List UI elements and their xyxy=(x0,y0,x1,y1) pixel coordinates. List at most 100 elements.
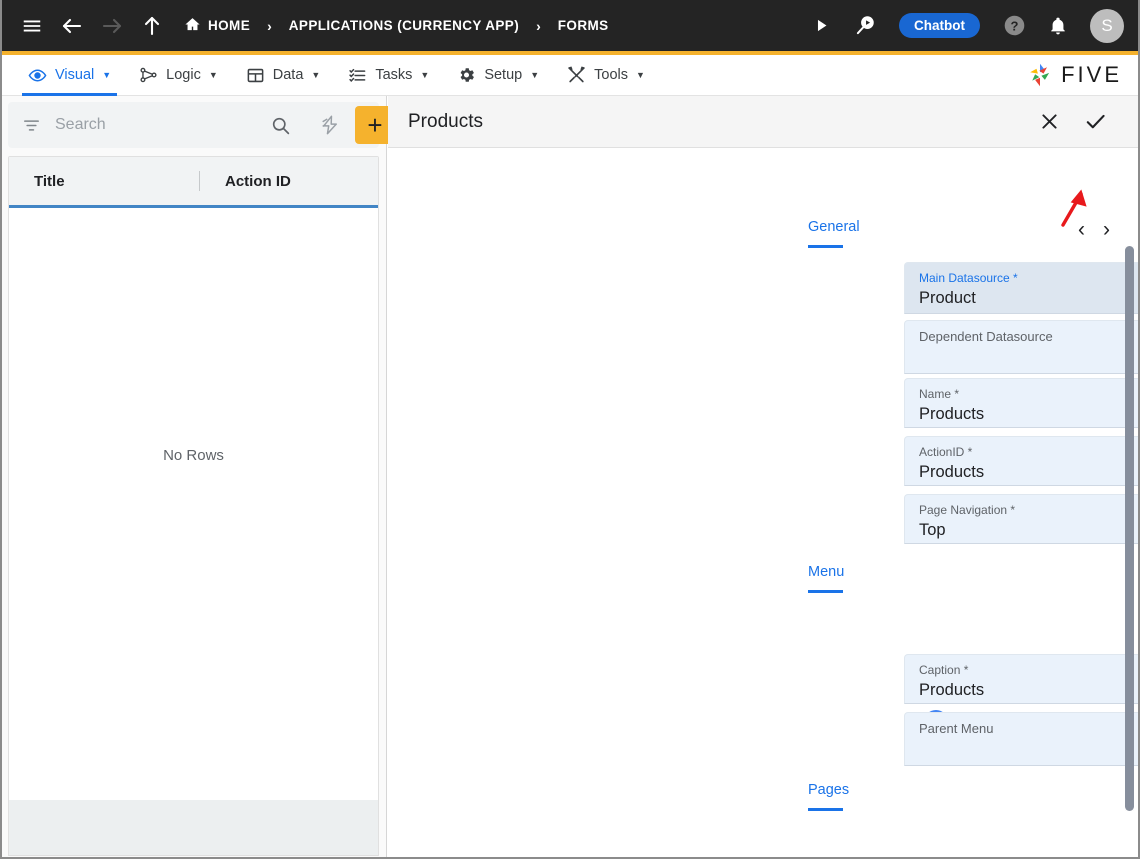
search-icon[interactable] xyxy=(262,115,299,136)
tab-tasks[interactable]: Tasks ▼ xyxy=(334,55,443,96)
field-label-action-id: ActionID * xyxy=(919,445,972,459)
next-page-button[interactable]: › xyxy=(1103,219,1110,240)
breadcrumb-label-applications: APPLICATIONS (CURRENCY APP) xyxy=(289,18,519,33)
section-label-menu: Menu xyxy=(808,564,844,580)
field-parent-menu[interactable]: Parent Menu xyxy=(904,712,1140,766)
field-value-page-navigation: Top xyxy=(919,521,946,540)
tab-data-label: Data xyxy=(273,67,304,83)
confirm-check-icon[interactable] xyxy=(1082,109,1108,135)
breadcrumb-item-applications[interactable]: APPLICATIONS (CURRENCY APP) xyxy=(285,18,523,33)
section-underline-general xyxy=(808,245,843,248)
checklist-icon xyxy=(348,66,367,85)
field-value-name: Products xyxy=(919,405,984,424)
svg-text:?: ? xyxy=(1010,18,1018,33)
user-avatar[interactable]: S xyxy=(1090,9,1124,43)
tab-logic[interactable]: Logic ▼ xyxy=(125,55,232,96)
grid-header-row: Title Action ID xyxy=(9,157,378,208)
breadcrumb-separator: › xyxy=(254,18,285,34)
page-navigation-arrows: ‹ › xyxy=(1078,219,1110,240)
tab-setup[interactable]: Setup ▼ xyxy=(443,55,553,96)
five-logo-text: FIVE xyxy=(1061,62,1122,88)
left-sidebar: + Title Action ID No Rows xyxy=(0,96,387,859)
field-caption[interactable]: Caption * Products xyxy=(904,654,1140,704)
five-pinwheel-icon xyxy=(1026,61,1054,89)
form-editor-panel: Products General ‹ › Main Datasource * P… xyxy=(388,96,1140,859)
tab-setup-label: Setup xyxy=(484,67,522,83)
chatbot-button[interactable]: Chatbot xyxy=(899,13,980,38)
top-bar: HOME › APPLICATIONS (CURRENCY APP) › FOR… xyxy=(0,0,1140,51)
search-input[interactable] xyxy=(55,116,262,134)
section-label-general: General xyxy=(808,219,860,235)
tab-visual-label: Visual xyxy=(55,67,94,83)
breadcrumb-item-forms[interactable]: FORMS xyxy=(554,18,613,33)
play-icon[interactable] xyxy=(801,6,841,46)
chevron-down-icon: ▼ xyxy=(420,71,429,80)
grid-column-title[interactable]: Title xyxy=(9,173,199,190)
field-value-caption: Products xyxy=(919,681,984,700)
section-underline-pages xyxy=(808,808,843,811)
tab-data[interactable]: Data ▼ xyxy=(232,55,335,96)
eye-icon xyxy=(28,66,47,85)
bell-icon[interactable] xyxy=(1038,6,1078,46)
close-icon[interactable] xyxy=(1036,109,1062,135)
prev-page-button[interactable]: ‹ xyxy=(1078,219,1085,240)
help-circle-icon[interactable]: ? xyxy=(994,6,1034,46)
hamburger-menu-icon[interactable] xyxy=(12,6,52,46)
search-bar: + xyxy=(8,102,379,148)
section-underline-menu xyxy=(808,590,843,593)
breadcrumb-label-home: HOME xyxy=(208,18,250,33)
chevron-down-icon: ▼ xyxy=(209,71,218,80)
breadcrumb-item-home[interactable]: HOME xyxy=(180,16,254,36)
filter-icon[interactable] xyxy=(22,116,41,135)
breadcrumb-label-forms: FORMS xyxy=(558,18,609,33)
nodes-icon xyxy=(139,66,158,85)
tab-tools[interactable]: Tools ▼ xyxy=(553,55,659,96)
grid-empty-message: No Rows xyxy=(9,447,378,464)
chevron-down-icon: ▼ xyxy=(636,71,645,80)
field-value-main-datasource: Product xyxy=(919,289,976,308)
search-play-icon[interactable] xyxy=(845,6,885,46)
tab-tasks-label: Tasks xyxy=(375,67,412,83)
form-scroll-area[interactable]: General ‹ › Main Datasource * Product De… xyxy=(388,149,1140,859)
field-main-datasource[interactable]: Main Datasource * Product xyxy=(904,262,1140,314)
tab-visual[interactable]: Visual ▼ xyxy=(14,55,125,96)
field-name[interactable]: Name * Products xyxy=(904,378,1140,428)
field-page-navigation[interactable]: Page Navigation * Top xyxy=(904,494,1140,544)
up-arrow-icon[interactable] xyxy=(132,6,172,46)
lightning-bolt-icon[interactable] xyxy=(311,114,349,136)
five-logo: FIVE xyxy=(1026,61,1122,89)
field-label-main-datasource: Main Datasource * xyxy=(919,271,1018,285)
gear-icon xyxy=(457,66,476,85)
forward-arrow-icon[interactable] xyxy=(92,6,132,46)
field-action-id[interactable]: ActionID * Products xyxy=(904,436,1140,486)
actions-grid: Title Action ID No Rows xyxy=(8,156,379,828)
tab-tools-label: Tools xyxy=(594,67,628,83)
page-title: Products xyxy=(408,111,483,133)
field-label-caption: Caption * xyxy=(919,663,968,677)
chevron-down-icon: ▼ xyxy=(311,71,320,80)
window-edge-left xyxy=(0,0,2,859)
grid-column-action-id[interactable]: Action ID xyxy=(200,173,291,190)
chevron-down-icon: ▼ xyxy=(530,71,539,80)
table-icon xyxy=(246,66,265,85)
chevron-down-icon: ▼ xyxy=(102,71,111,80)
field-label-page-navigation: Page Navigation * xyxy=(919,503,1015,517)
top-bar-actions: Chatbot ? S xyxy=(801,6,1128,46)
section-label-pages: Pages xyxy=(808,782,849,798)
scrollbar-thumb[interactable] xyxy=(1125,246,1134,811)
panel-header: Products xyxy=(388,96,1140,148)
tools-icon xyxy=(567,66,586,85)
back-arrow-icon[interactable] xyxy=(52,6,92,46)
field-label-name: Name * xyxy=(919,387,959,401)
breadcrumb: HOME › APPLICATIONS (CURRENCY APP) › FOR… xyxy=(180,16,613,36)
sidebar-footer xyxy=(8,800,379,856)
module-tab-bar: Visual ▼ Logic ▼ Data ▼ Tasks ▼ Setup ▼ xyxy=(0,55,1140,96)
field-label-dependent-datasource: Dependent Datasource xyxy=(919,329,1053,344)
panel-actions xyxy=(1036,109,1120,135)
field-dependent-datasource[interactable]: Dependent Datasource xyxy=(904,320,1140,374)
field-value-action-id: Products xyxy=(919,463,984,482)
field-label-parent-menu: Parent Menu xyxy=(919,721,993,736)
tab-logic-label: Logic xyxy=(166,67,201,83)
breadcrumb-separator-2: › xyxy=(523,18,554,34)
home-icon xyxy=(184,16,201,36)
